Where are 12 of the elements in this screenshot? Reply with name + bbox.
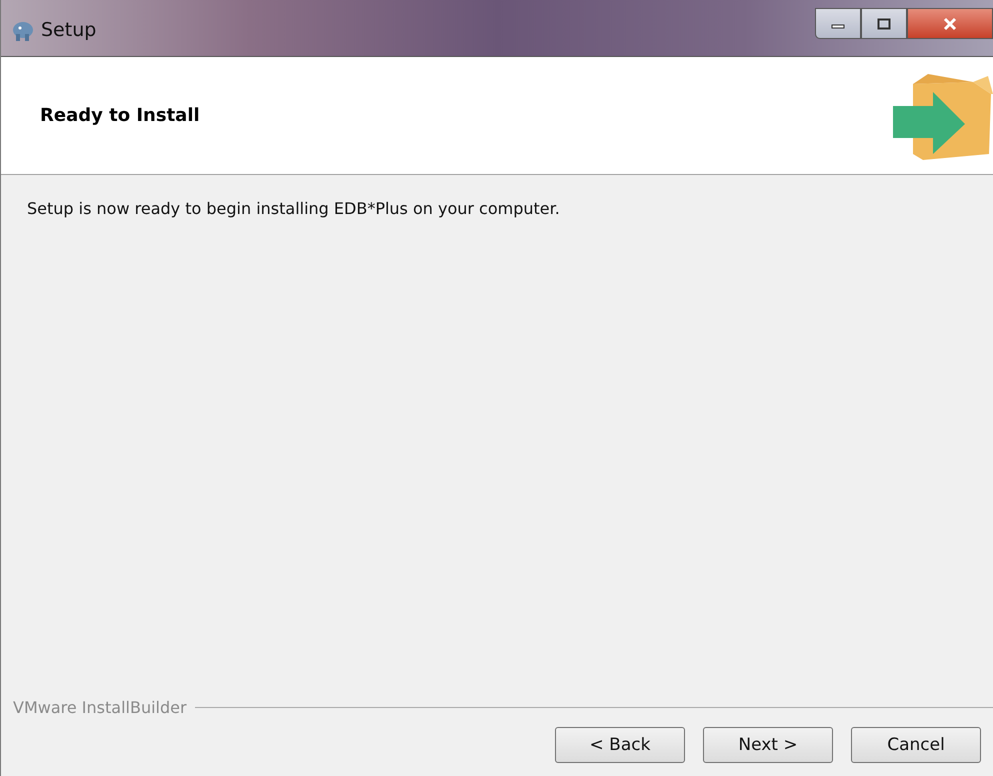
close-icon [942,16,958,30]
minimize-button[interactable] [815,8,861,39]
maximize-icon [877,18,891,30]
wizard-button[interactable]: Next > [703,727,833,763]
status-message: Setup is now ready to begin installing EDB*Plus on your computer. [27,199,561,218]
page-heading: Ready to Install [40,105,200,126]
maximize-button[interactable] [861,8,907,39]
installer-brand: VMware InstallBuilder [13,698,187,717]
window-title: Setup [41,19,96,41]
wizard-button[interactable]: Cancel [851,727,981,763]
wizard-button[interactable]: < Back [555,727,685,763]
close-button[interactable] [907,8,993,39]
